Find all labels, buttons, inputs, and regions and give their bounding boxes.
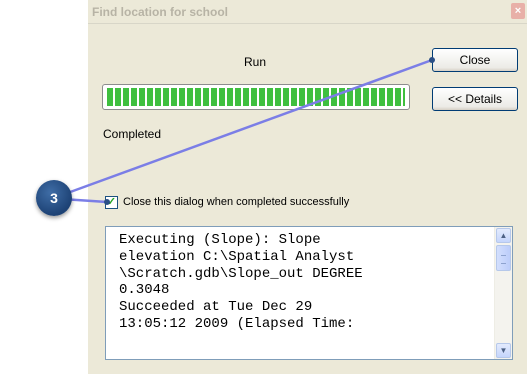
chevron-down-icon[interactable]: ▼ xyxy=(496,343,511,358)
log-scrollbar[interactable]: ▲ ▼ xyxy=(494,227,512,359)
close-button[interactable]: Close xyxy=(432,48,518,72)
scroll-thumb[interactable] xyxy=(496,245,511,271)
dialog-title: Find location for school xyxy=(92,5,228,19)
close-icon[interactable]: × xyxy=(511,3,525,19)
chevron-up-icon[interactable]: ▲ xyxy=(496,228,511,243)
log-text: Executing (Slope): Slope elevation C:\Sp… xyxy=(119,232,363,332)
progress-fill xyxy=(107,88,405,106)
find-location-dialog: Find location for school × Run Completed… xyxy=(88,0,527,374)
check-icon[interactable]: ✓ xyxy=(105,196,118,209)
checkbox-label[interactable]: Close this dialog when completed success… xyxy=(123,196,349,208)
step-callout-badge: 3 xyxy=(36,180,72,216)
run-label: Run xyxy=(244,55,267,69)
progress-bar xyxy=(102,84,410,110)
status-label: Completed xyxy=(103,127,162,141)
dialog-titlebar[interactable]: Find location for school × xyxy=(88,0,527,24)
details-button[interactable]: << Details xyxy=(432,87,518,111)
message-log[interactable]: Executing (Slope): Slope elevation C:\Sp… xyxy=(105,226,513,360)
